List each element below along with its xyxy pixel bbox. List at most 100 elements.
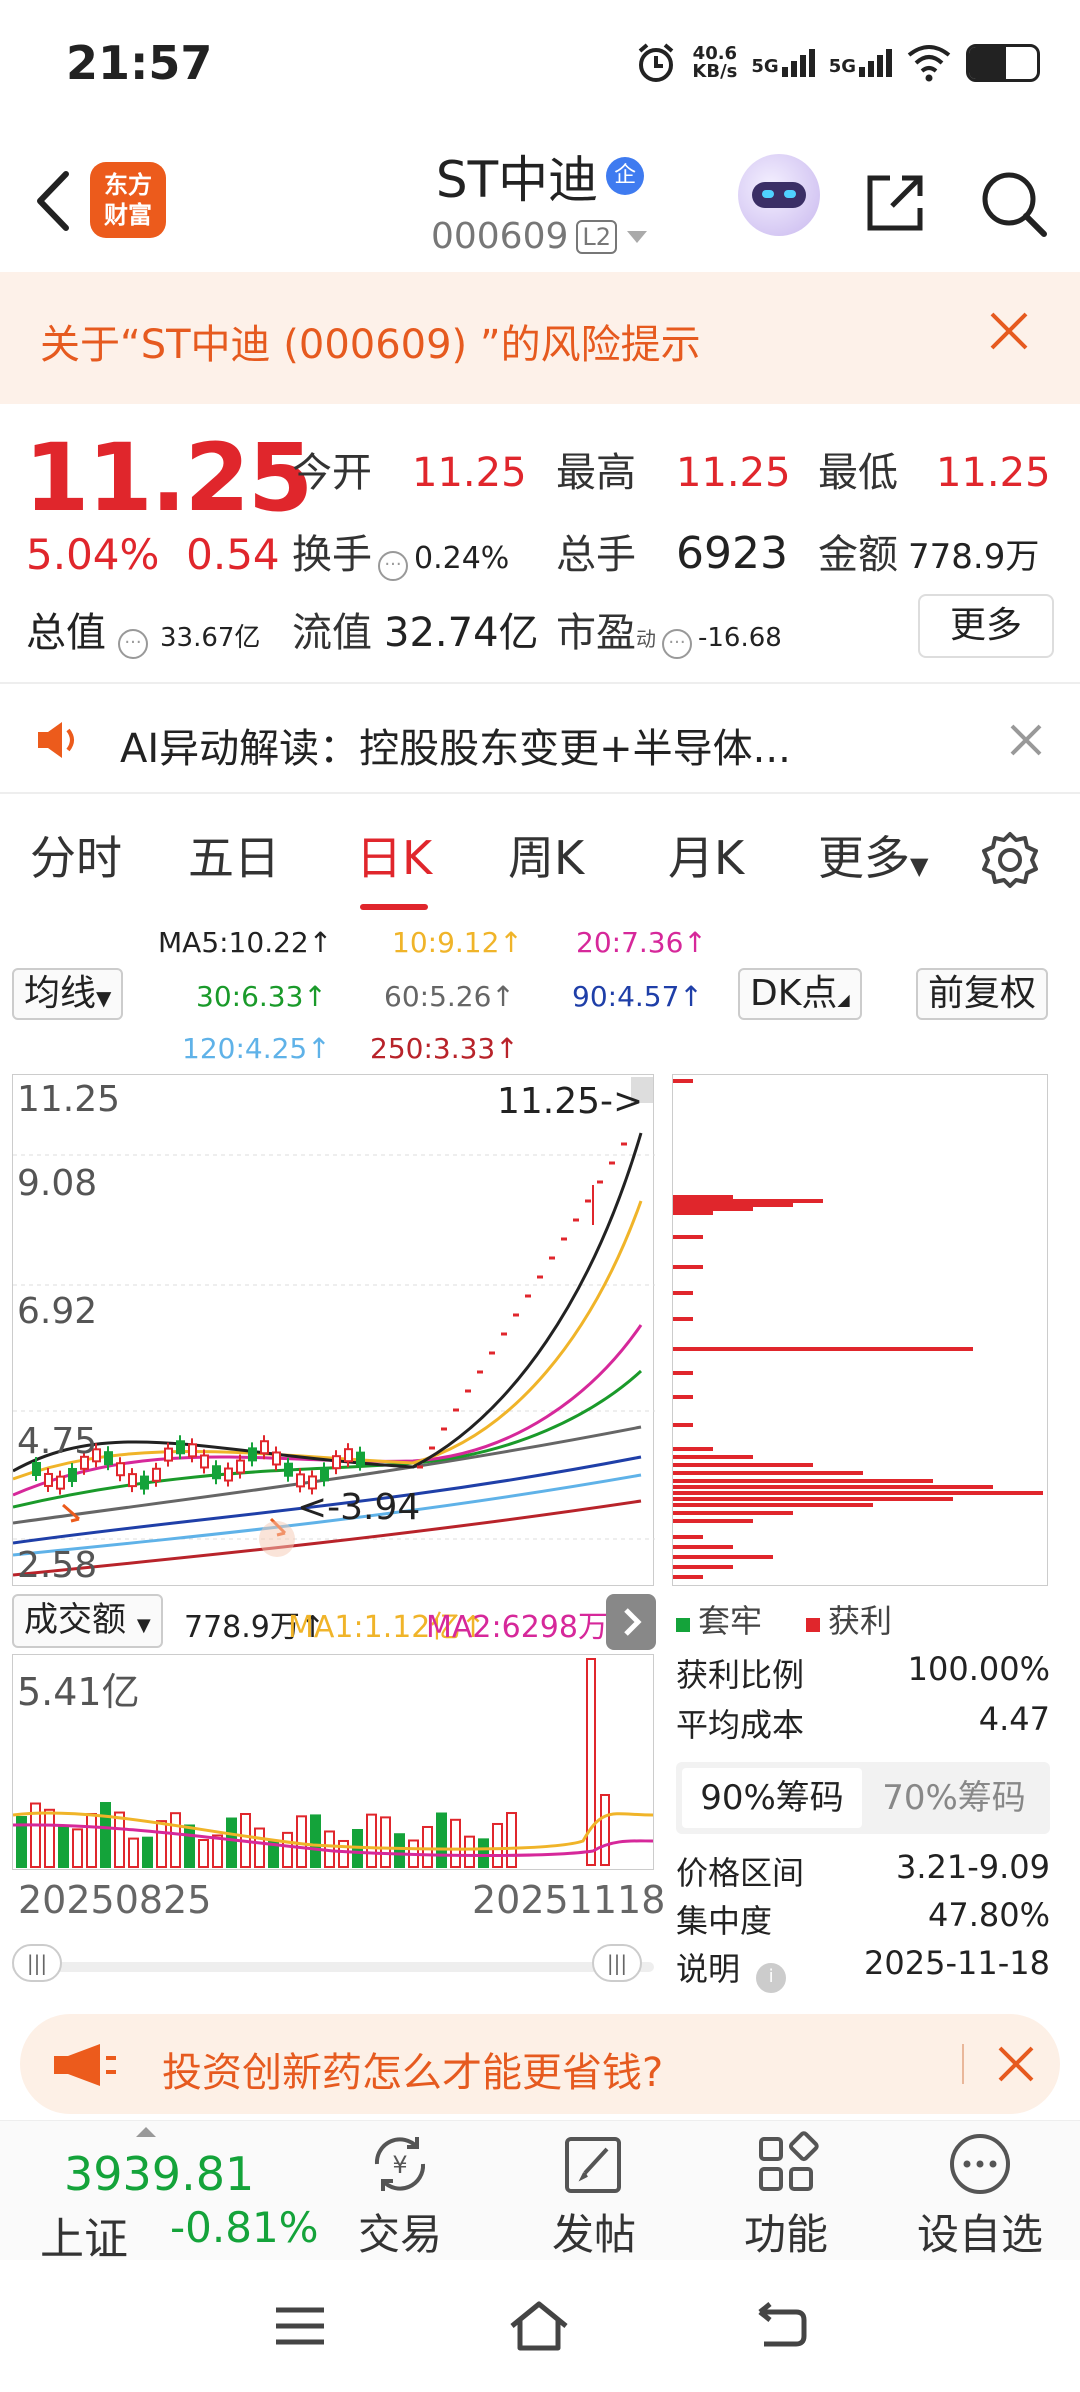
gear-icon[interactable] xyxy=(980,830,1040,890)
ma5-label: MA5:10.22↑ xyxy=(158,926,333,959)
tab-daily-k[interactable]: 日K xyxy=(356,822,432,910)
date-start: 20250825 xyxy=(18,1878,212,1922)
last-price: 11.25 xyxy=(24,424,313,533)
volume-bar xyxy=(310,1814,321,1868)
functions-button[interactable]: 功能 xyxy=(716,2131,856,2262)
candle-body xyxy=(56,1475,65,1490)
volume-bar xyxy=(128,1837,139,1868)
scroll-handle-right[interactable]: ||| xyxy=(592,1944,642,1982)
tab-weekly-k[interactable]: 周K xyxy=(508,822,584,888)
candle-body xyxy=(248,1447,257,1462)
close-icon[interactable] xyxy=(1006,720,1046,760)
dk-highlight xyxy=(259,1521,295,1557)
dk-point-button[interactable]: DK点◢ xyxy=(738,968,862,1020)
signal-icon-2: 5G xyxy=(829,49,892,77)
tab-intraday[interactable]: 分时 xyxy=(30,822,122,888)
chip-bar xyxy=(673,1565,733,1569)
info-icon[interactable]: i xyxy=(756,1963,787,1993)
scroll-track xyxy=(12,1962,654,1972)
chip-bar xyxy=(673,1265,703,1269)
volume-bar xyxy=(366,1813,377,1868)
high-cell: 最高 11.25 xyxy=(556,450,791,496)
grid-icon xyxy=(759,2131,819,2191)
volume-bar xyxy=(156,1820,167,1868)
profit-ratio-row: 获利比例 100.00% xyxy=(676,1650,1050,1694)
volume-bar xyxy=(338,1839,349,1868)
chip-bar xyxy=(673,1079,693,1083)
index-change[interactable]: -0.81% xyxy=(170,2203,319,2252)
candle-body xyxy=(188,1443,197,1458)
post-button[interactable]: 发帖 xyxy=(524,2131,664,2262)
price-adjust-button[interactable]: 前复权 xyxy=(916,968,1049,1020)
chart-range-scroller[interactable]: ||| ||| xyxy=(12,1944,654,1988)
trade-button[interactable]: ¥ 交易 xyxy=(330,2131,470,2262)
info-icon[interactable]: ··· xyxy=(118,629,148,659)
dropdown-icon: ▼ xyxy=(910,852,929,880)
candle-body xyxy=(176,1440,185,1455)
chip-bar xyxy=(673,1211,713,1215)
tab-monthly-k[interactable]: 月K xyxy=(668,822,744,888)
candle-body xyxy=(344,1448,353,1463)
chip-bar xyxy=(673,1485,993,1489)
volume-bar xyxy=(198,1839,209,1868)
tab-five-day[interactable]: 五日 xyxy=(188,822,280,888)
info-icon[interactable]: ··· xyxy=(378,551,408,581)
float-cap-cell: 流值 32.74亿 xyxy=(292,610,539,656)
close-icon[interactable] xyxy=(984,306,1034,356)
volume-bar xyxy=(44,1808,55,1868)
chip-distribution-chart[interactable] xyxy=(672,1074,1048,1586)
index-value[interactable]: 3939.81 xyxy=(64,2147,254,2201)
ai-assistant-avatar[interactable] xyxy=(738,154,820,236)
chip-distribution-canvas xyxy=(673,1079,1043,1579)
date-end: 20251118 xyxy=(472,1878,666,1922)
chip-bar xyxy=(673,1519,753,1523)
ai-insight-text: AI异动解读：控股股东变更+半导体... xyxy=(120,726,791,772)
stock-code: 000609 xyxy=(430,216,569,257)
chip-bar xyxy=(673,1503,873,1507)
back-nav-icon[interactable] xyxy=(750,2300,810,2352)
candle-body xyxy=(296,1473,305,1488)
candle-body xyxy=(116,1462,125,1477)
candle-body xyxy=(272,1451,281,1466)
add-watchlist-button[interactable]: 设自选 xyxy=(910,2131,1050,2262)
tab-70-chip[interactable]: 70%筹码 xyxy=(864,1768,1044,1828)
tab-more[interactable]: 更多▼ xyxy=(818,822,928,888)
status-bar: 21:57 40.6 KB/s 5G 5G xyxy=(0,0,1080,130)
candlestick-chart[interactable]: 11.25 9.08 6.92 4.75 2.58 11.25-> <-3.94 xyxy=(12,1074,655,1586)
trade-icon: ¥ xyxy=(374,2137,426,2191)
menu-icon[interactable] xyxy=(272,2304,328,2348)
dropdown-icon: ▼ xyxy=(96,986,112,1010)
chip-bar xyxy=(673,1479,933,1483)
risk-banner[interactable]: 关于“ST中迪 (000609) ”的风险提示 xyxy=(0,272,1080,404)
candle-body xyxy=(68,1467,77,1482)
system-nav-bar xyxy=(0,2262,1080,2392)
candle-body xyxy=(236,1459,245,1474)
chip-stats: 套牢 获利 获利比例 100.00% 平均成本 4.47 90%筹码 70%筹码 价… xyxy=(672,1596,1052,1996)
search-icon[interactable] xyxy=(978,168,1050,240)
tab-90-chip[interactable]: 90%筹码 xyxy=(682,1768,862,1828)
expand-button[interactable] xyxy=(606,1594,656,1650)
close-icon[interactable] xyxy=(994,2042,1038,2086)
volume-chart[interactable]: 5.41亿 xyxy=(12,1654,654,1870)
volume-bar xyxy=(86,1812,97,1869)
info-icon[interactable]: ··· xyxy=(662,629,692,659)
chip-bar xyxy=(673,1317,693,1321)
volume-bar xyxy=(436,1812,447,1868)
volume-bar xyxy=(380,1816,391,1869)
ad-banner[interactable]: 投资创新药怎么才能更省钱? xyxy=(20,2014,1060,2114)
megaphone-icon xyxy=(54,2044,116,2086)
scroll-handle-left[interactable]: ||| xyxy=(12,1944,62,1982)
share-icon[interactable] xyxy=(862,170,928,236)
index-name[interactable]: 上证 xyxy=(40,2203,128,2267)
ai-insight-row[interactable]: AI异动解读：控股股东变更+半导体... xyxy=(0,682,1080,794)
volume-bar xyxy=(184,1824,195,1869)
price-change: 5.04% 0.54 xyxy=(26,530,280,579)
concentration-row: 集中度 47.80% xyxy=(676,1896,1050,1940)
ma-select-button[interactable]: 均线▼ xyxy=(12,968,124,1020)
dropdown-icon: ▼ xyxy=(136,1615,151,1636)
chip-bar xyxy=(673,1555,773,1559)
home-icon[interactable] xyxy=(506,2298,572,2354)
more-button[interactable]: 更多 xyxy=(918,594,1054,658)
volume-bar xyxy=(506,1812,517,1868)
volume-selector[interactable]: 成交额 ▼ xyxy=(12,1594,163,1648)
